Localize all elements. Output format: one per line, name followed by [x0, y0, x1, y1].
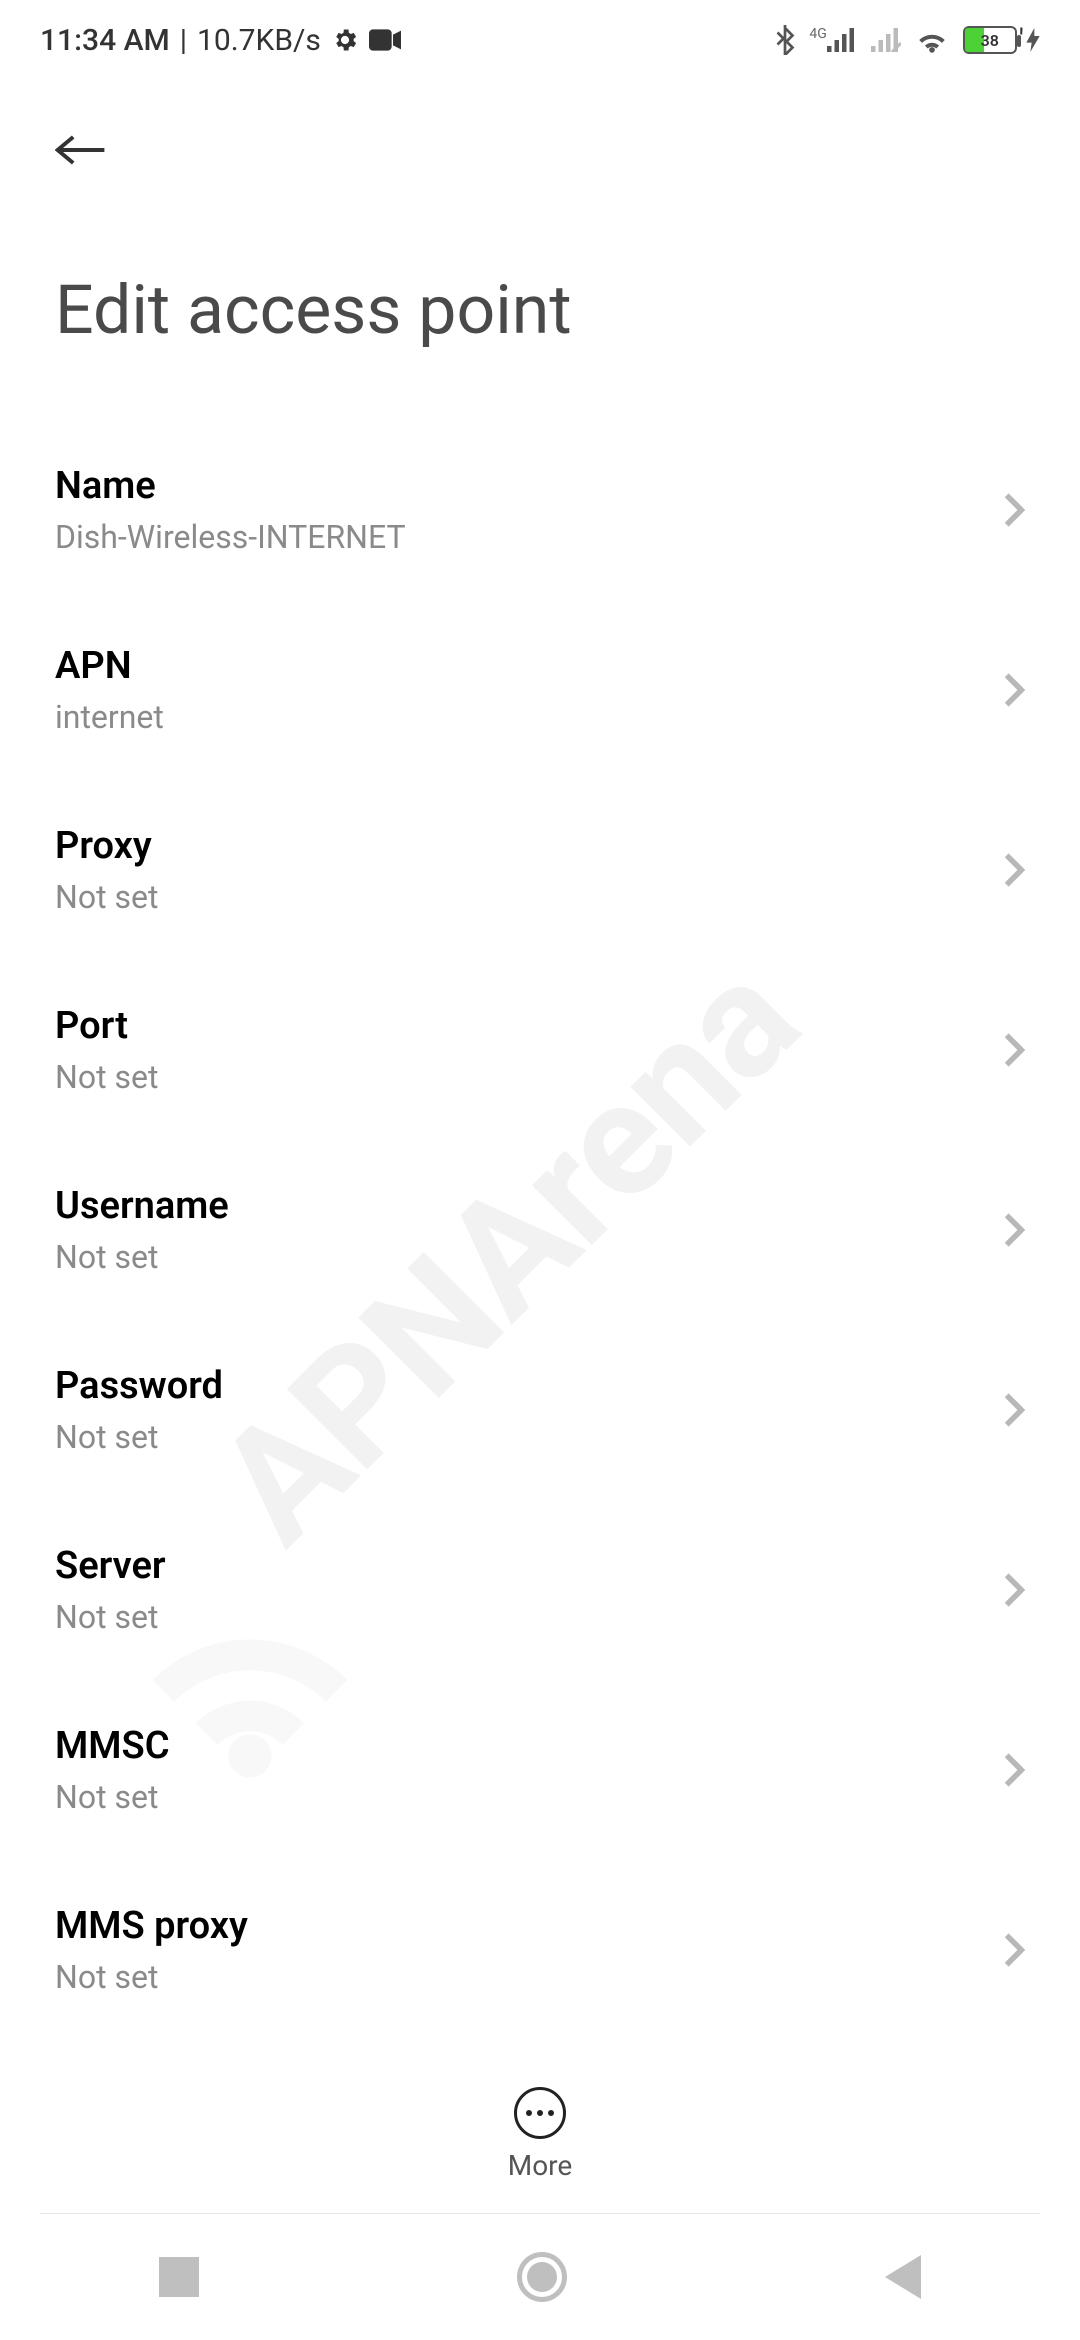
row-label: MMSC	[55, 1724, 170, 1768]
row-server[interactable]: Server Not set	[0, 1500, 1080, 1680]
row-label: Password	[55, 1364, 223, 1408]
row-mms-proxy[interactable]: MMS proxy Not set	[0, 1860, 1080, 2040]
row-value: Not set	[55, 1778, 170, 1816]
chevron-right-icon	[1003, 851, 1025, 889]
bluetooth-icon	[775, 25, 795, 55]
more-dots-icon	[526, 2110, 554, 2116]
nav-recent-button[interactable]	[159, 2257, 199, 2297]
back-button[interactable]	[55, 130, 107, 170]
nav-back-button[interactable]	[885, 2255, 921, 2299]
battery-indicator: 38 '	[963, 23, 1040, 58]
row-value: Not set	[55, 1958, 248, 1996]
row-value: Not set	[55, 878, 158, 916]
row-port[interactable]: Port Not set	[0, 960, 1080, 1140]
camera-icon	[369, 29, 401, 51]
row-apn[interactable]: APN internet	[0, 600, 1080, 780]
row-label: APN	[55, 644, 164, 688]
nav-home-button[interactable]	[517, 2252, 567, 2302]
settings-list: Name Dish-Wireless-INTERNET APN internet…	[0, 380, 1080, 2040]
row-label: Port	[55, 1004, 158, 1048]
chevron-right-icon	[1003, 1211, 1025, 1249]
row-value: Not set	[55, 1238, 229, 1276]
status-data-rate: 10.7KB/s	[197, 23, 321, 58]
chevron-right-icon	[1003, 1751, 1025, 1789]
row-label: Username	[55, 1184, 229, 1228]
arrow-left-icon	[55, 131, 107, 169]
row-password[interactable]: Password Not set	[0, 1320, 1080, 1500]
wifi-icon	[915, 26, 949, 54]
bottom-action-bar: More	[0, 2063, 1080, 2200]
row-label: Name	[55, 464, 406, 508]
system-nav-bar	[0, 2214, 1080, 2340]
row-value: Dish-Wireless-INTERNET	[55, 518, 406, 556]
row-value: Not set	[55, 1058, 158, 1096]
page-title: Edit access point	[55, 270, 1025, 350]
more-button[interactable]	[514, 2087, 566, 2139]
battery-percent: 38	[965, 31, 1015, 50]
row-label: Proxy	[55, 824, 158, 868]
row-value: internet	[55, 698, 164, 736]
chevron-right-icon	[1003, 491, 1025, 529]
chevron-right-icon	[1003, 1931, 1025, 1969]
row-label: MMS proxy	[55, 1904, 248, 1948]
gear-icon	[331, 26, 359, 54]
network-type-label: 4G	[809, 26, 826, 42]
chevron-right-icon	[1003, 1571, 1025, 1609]
chevron-right-icon	[1003, 1391, 1025, 1429]
row-label: Server	[55, 1544, 166, 1588]
chevron-right-icon	[1003, 671, 1025, 709]
row-mmsc[interactable]: MMSC Not set	[0, 1680, 1080, 1860]
row-proxy[interactable]: Proxy Not set	[0, 780, 1080, 960]
row-value: Not set	[55, 1418, 223, 1456]
status-bar: 11:34 AM | 10.7KB/s 4G 38 '	[0, 0, 1080, 70]
signal-sim1-icon	[827, 28, 857, 52]
row-username[interactable]: Username Not set	[0, 1140, 1080, 1320]
row-value: Not set	[55, 1598, 166, 1636]
signal-sim2-icon	[871, 28, 901, 52]
charging-icon	[1026, 28, 1040, 52]
chevron-right-icon	[1003, 1031, 1025, 1069]
status-time: 11:34 AM	[40, 23, 170, 58]
row-name[interactable]: Name Dish-Wireless-INTERNET	[0, 420, 1080, 600]
more-label: More	[508, 2149, 573, 2182]
